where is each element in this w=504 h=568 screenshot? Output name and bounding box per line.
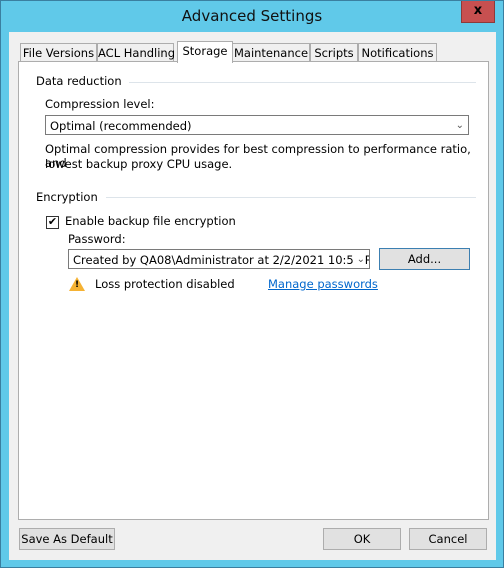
password-value: Created by QA08\Administrator at 2/2/202… (73, 253, 370, 267)
warning-icon: ! (69, 277, 85, 291)
password-select[interactable]: Created by QA08\Administrator at 2/2/202… (68, 249, 370, 269)
encryption-heading: Encryption (36, 190, 98, 204)
enable-encryption-label: Enable backup file encryption (65, 214, 236, 228)
tab-notifications[interactable]: Notifications (358, 43, 437, 62)
save-as-default-button[interactable]: Save As Default (19, 528, 115, 550)
loss-protection-warning: Loss protection disabled (95, 277, 235, 291)
compression-description-line2: lowest backup proxy CPU usage. (45, 157, 233, 171)
password-label: Password: (68, 232, 126, 246)
chevron-down-icon: ⌄ (353, 250, 365, 268)
data-reduction-heading: Data reduction (36, 74, 122, 88)
storage-tab-panel: Data reduction Compression level: Optima… (18, 61, 489, 520)
compression-level-label: Compression level: (45, 97, 155, 111)
encryption-divider (106, 197, 476, 198)
tab-acl-handling[interactable]: ACL Handling (97, 43, 175, 62)
dialog-client: File Versions ACL Handling Storage Maint… (9, 32, 496, 560)
tab-maintenance[interactable]: Maintenance (232, 43, 310, 62)
close-button[interactable]: x (461, 1, 495, 23)
tab-storage[interactable]: Storage (177, 41, 233, 63)
advanced-settings-window: Advanced Settings x File Versions ACL Ha… (0, 0, 504, 568)
add-password-button[interactable]: Add... (379, 248, 470, 270)
chevron-down-icon: ⌄ (455, 120, 464, 131)
compression-level-select[interactable]: Optimal (recommended) ⌄ (45, 115, 469, 135)
window-title: Advanced Settings (181, 7, 323, 25)
ok-button[interactable]: OK (323, 528, 401, 550)
tab-file-versions[interactable]: File Versions (20, 43, 97, 62)
cancel-button[interactable]: Cancel (409, 528, 487, 550)
tab-scripts[interactable]: Scripts (310, 43, 358, 62)
enable-encryption-checkbox[interactable]: ✔ (46, 216, 59, 229)
manage-passwords-link[interactable]: Manage passwords (268, 277, 378, 291)
compression-level-value: Optimal (recommended) (50, 119, 192, 133)
data-reduction-divider (129, 82, 476, 83)
